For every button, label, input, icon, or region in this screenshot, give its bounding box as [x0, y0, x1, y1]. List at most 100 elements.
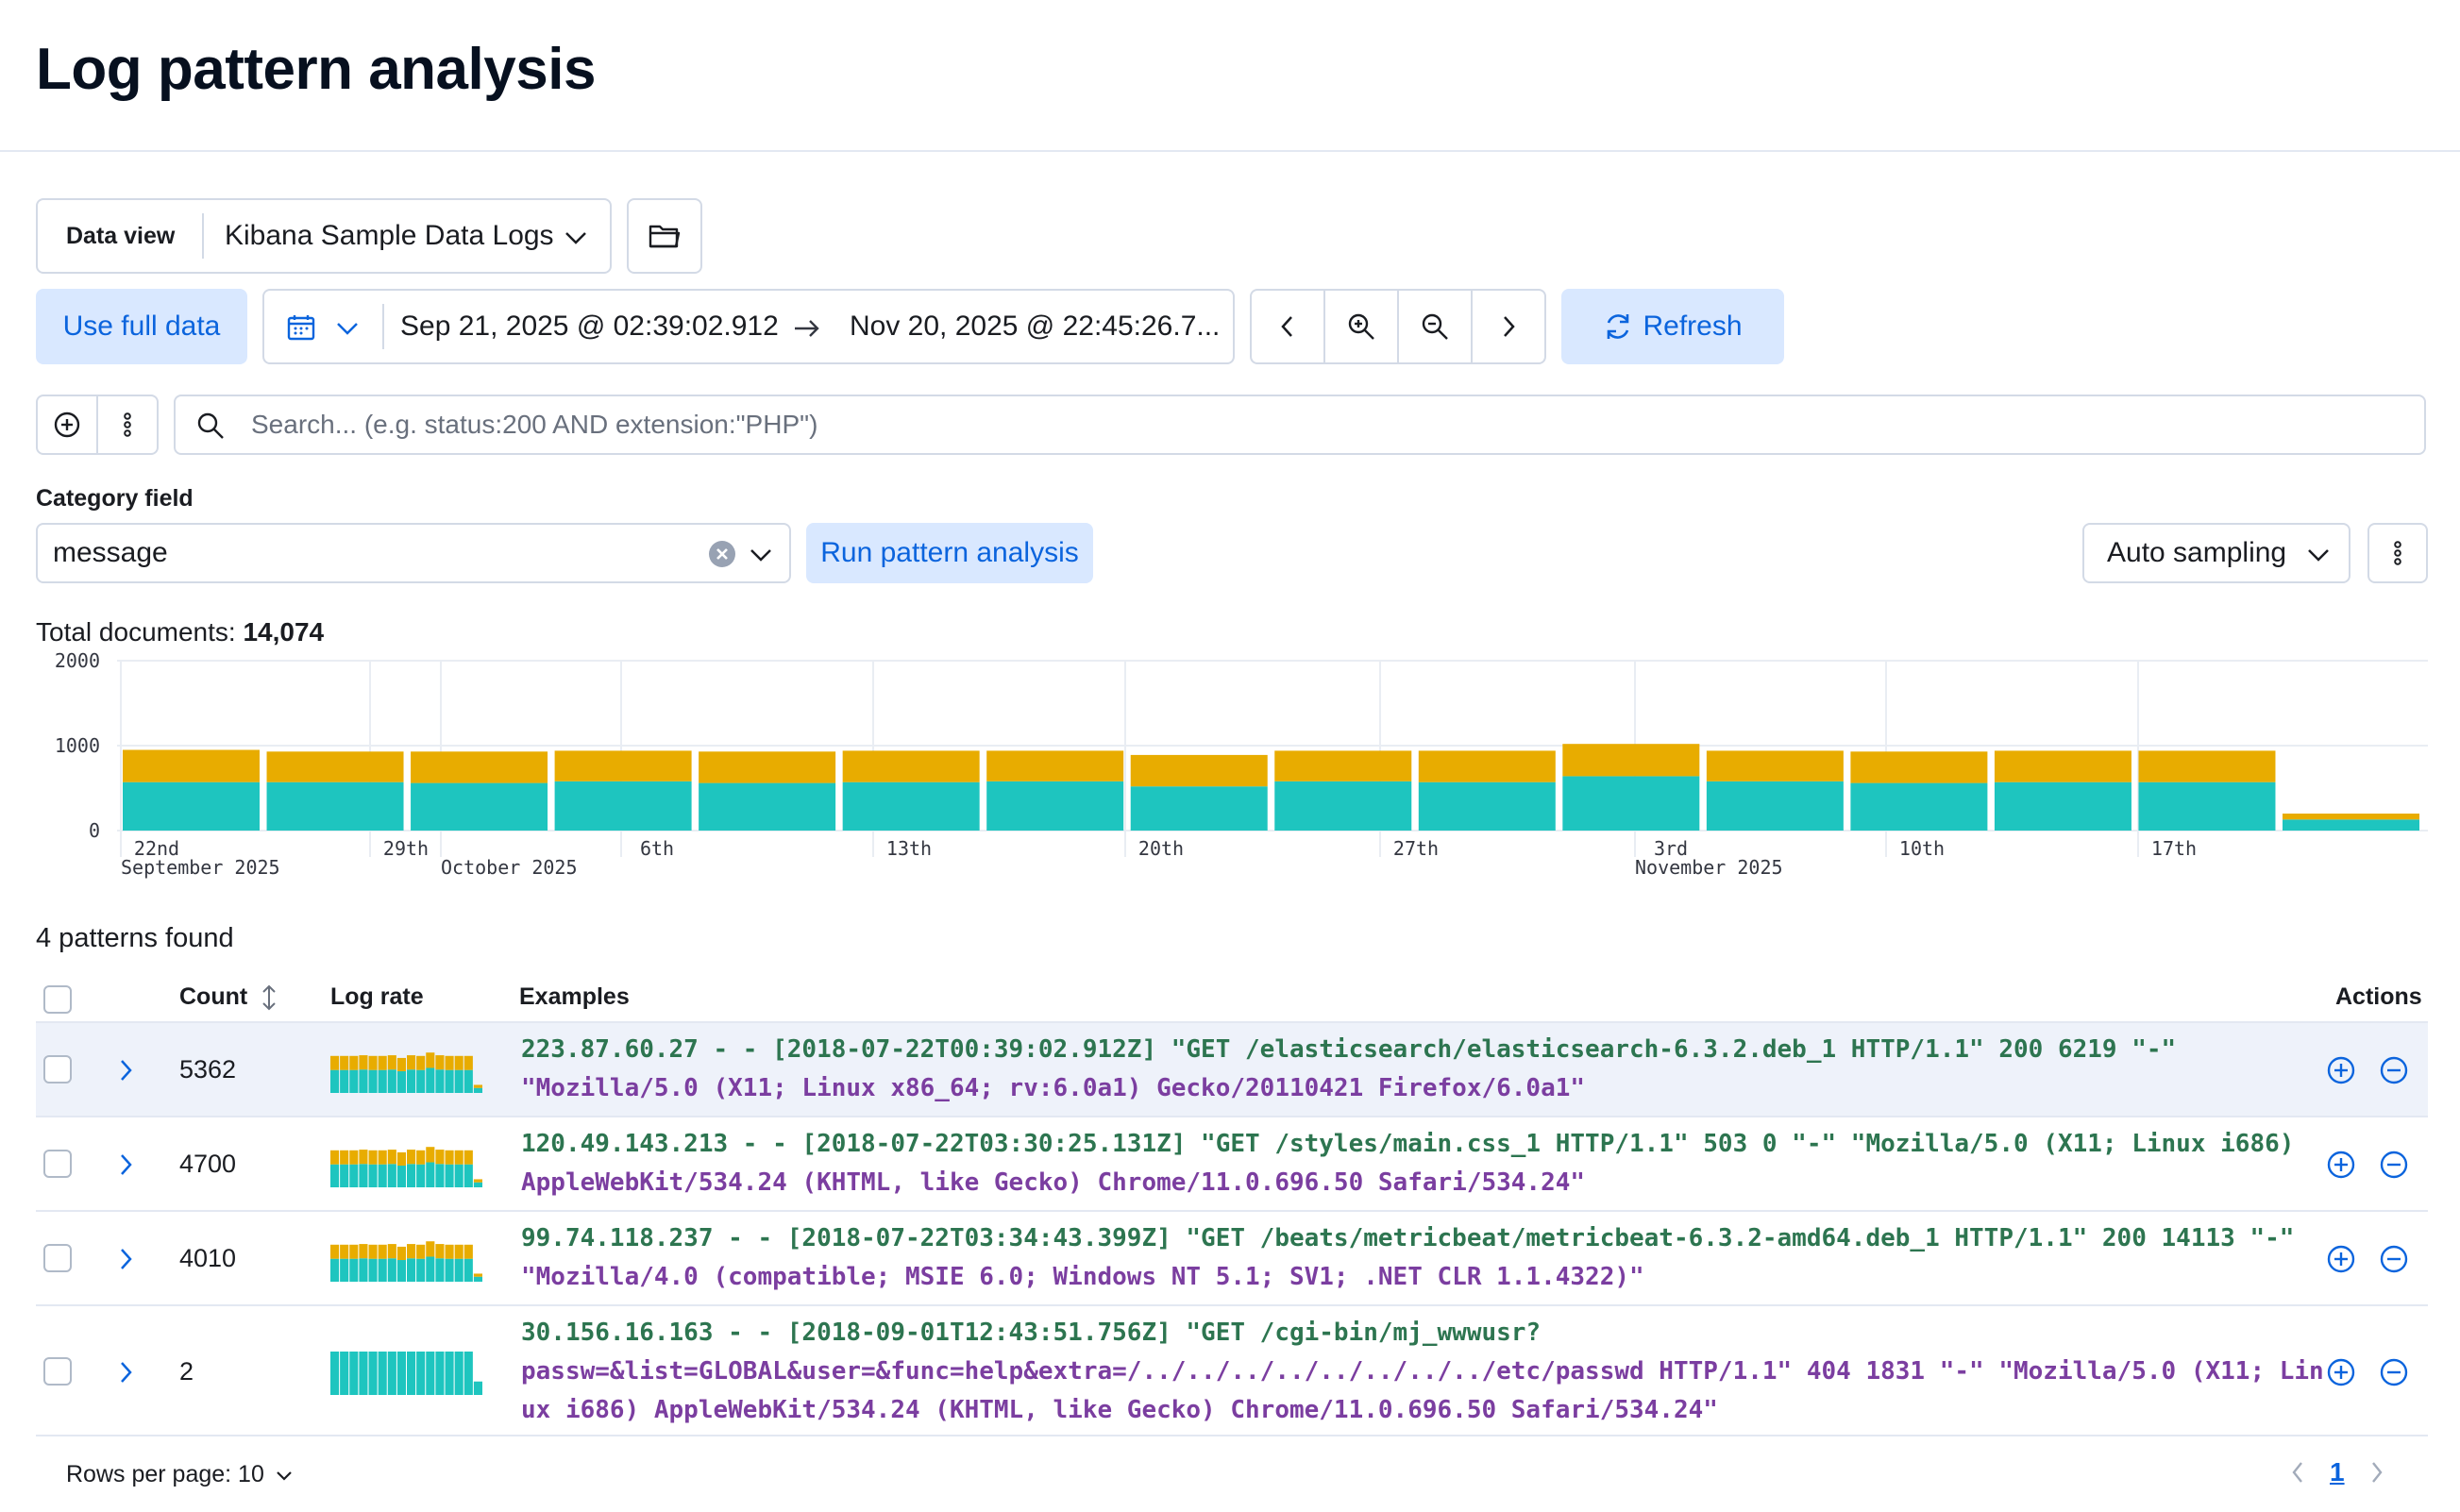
- sparkline-bar: [407, 1069, 416, 1093]
- chart-bar: [1418, 781, 1556, 831]
- chart-bar: [1706, 781, 1844, 831]
- sparkline-bar: [330, 1244, 340, 1259]
- sparkline-bar: [378, 1055, 387, 1070]
- sparkline-bar: [368, 1244, 378, 1259]
- clear-icon[interactable]: [708, 540, 736, 568]
- previous-time-button[interactable]: [1252, 291, 1325, 362]
- table-row[interactable]: 4700 120.49.143.213 - - [2018-07-22T03:3…: [36, 1116, 2428, 1210]
- chart-bar: [554, 781, 692, 831]
- sparkline-bar: [445, 1150, 454, 1165]
- count-header-label: Count: [179, 983, 248, 1010]
- filter-out-pattern-icon[interactable]: [2379, 1244, 2409, 1274]
- sparkline-bar: [463, 1069, 473, 1093]
- refresh-label: Refresh: [1643, 311, 1743, 342]
- row-checkbox[interactable]: [43, 1357, 72, 1386]
- table-row[interactable]: 4010 99.74.118.237 - - [2018-07-22T03:34…: [36, 1210, 2428, 1304]
- column-header-count[interactable]: Count: [179, 983, 278, 1012]
- sparkline-bar: [473, 1084, 482, 1088]
- pattern-example: 223.87.60.27 - - [2018-07-22T00:39:02.91…: [521, 1031, 2334, 1108]
- pattern-example: 30.156.16.163 - - [2018-09-01T12:43:51.7…: [521, 1314, 2334, 1430]
- category-field-select[interactable]: message: [36, 523, 791, 583]
- zoom-in-button[interactable]: [1325, 291, 1399, 362]
- filter-out-pattern-icon[interactable]: [2379, 1055, 2409, 1085]
- select-all-checkbox[interactable]: [43, 985, 72, 1014]
- sparkline-bar: [349, 1164, 359, 1187]
- chevron-down-icon[interactable]: [334, 315, 361, 342]
- next-time-button[interactable]: [1473, 291, 1544, 362]
- example-line: AppleWebKit/534.24 (KHTML, like Gecko) C…: [521, 1168, 1586, 1197]
- calendar-icon[interactable]: [287, 313, 315, 342]
- chart-bar: [1706, 750, 1844, 781]
- row-checkbox[interactable]: [43, 1150, 72, 1178]
- use-full-data-button[interactable]: Use full data: [36, 289, 247, 364]
- sparkline-bar: [454, 1055, 463, 1070]
- sparkline-bar: [435, 1244, 445, 1259]
- search-input[interactable]: Search... (e.g. status:200 AND extension…: [174, 395, 2426, 455]
- sparkline-bar: [387, 1244, 396, 1259]
- x-tick-sublabel: September 2025: [121, 856, 280, 879]
- date-picker[interactable]: Sep 21, 2025 @ 02:39:02.912 Nov 20, 2025…: [262, 289, 1235, 364]
- chevron-down-icon[interactable]: [748, 542, 774, 568]
- search-placeholder: Search... (e.g. status:200 AND extension…: [251, 410, 818, 439]
- data-view-value: Kibana Sample Data Logs: [225, 220, 554, 251]
- sparkline-bar: [340, 1258, 349, 1282]
- column-header-log-rate: Log rate: [330, 983, 424, 1010]
- filter-for-pattern-icon[interactable]: [2326, 1244, 2356, 1274]
- expand-row-icon[interactable]: [115, 1151, 136, 1178]
- data-view-selector[interactable]: Data view Kibana Sample Data Logs: [36, 198, 612, 274]
- sparkline-bar: [454, 1244, 463, 1259]
- open-data-view-button[interactable]: [627, 198, 702, 274]
- sparkline-bar: [473, 1381, 482, 1395]
- sparkline-bar: [473, 1182, 482, 1187]
- sort-icon[interactable]: [260, 983, 278, 1012]
- run-pattern-analysis-button[interactable]: Run pattern analysis: [806, 523, 1093, 583]
- sparkline-bar: [426, 1241, 435, 1257]
- example-line: "Mozilla/4.0 (compatible; MSIE 6.0; Wind…: [521, 1263, 1644, 1291]
- expand-row-icon[interactable]: [115, 1057, 136, 1084]
- expand-row-icon[interactable]: [115, 1359, 136, 1386]
- zoom-out-button[interactable]: [1399, 291, 1473, 362]
- sparkline-bar: [396, 1151, 406, 1167]
- filter-out-pattern-icon[interactable]: [2379, 1357, 2409, 1387]
- filter-for-pattern-icon[interactable]: [2326, 1055, 2356, 1085]
- row-checkbox[interactable]: [43, 1244, 72, 1272]
- pagination: 1: [2288, 1457, 2386, 1487]
- options-menu-button[interactable]: [2367, 523, 2428, 583]
- start-date[interactable]: Sep 21, 2025 @ 02:39:02.912: [400, 291, 779, 362]
- sparkline-bar: [416, 1055, 426, 1070]
- table-row[interactable]: 5362 223.87.60.27 - - [2018-07-22T00:39:…: [36, 1021, 2428, 1116]
- chart-bar: [1562, 776, 1700, 831]
- zoom-in-icon: [1346, 311, 1376, 342]
- sparkline-bar: [454, 1069, 463, 1093]
- filter-for-pattern-icon[interactable]: [2326, 1150, 2356, 1180]
- sparkline-bar: [426, 1256, 435, 1282]
- filter-out-pattern-icon[interactable]: [2379, 1150, 2409, 1180]
- refresh-button[interactable]: Refresh: [1561, 289, 1784, 364]
- chart-bar: [2138, 750, 2276, 782]
- sparkline-bar: [416, 1069, 426, 1093]
- chart-bar: [411, 782, 548, 831]
- sparkline-bar: [368, 1069, 378, 1093]
- chevron-left-icon[interactable]: [2288, 1458, 2307, 1487]
- sparkline-bar: [330, 1164, 340, 1187]
- expand-row-icon[interactable]: [115, 1246, 136, 1272]
- table-row[interactable]: 2 30.156.16.163 - - [2018-09-01T12:43:51…: [36, 1304, 2428, 1436]
- row-checkbox[interactable]: [43, 1055, 72, 1084]
- sparkline-bar: [387, 1164, 396, 1187]
- page-number[interactable]: 1: [2330, 1457, 2345, 1487]
- sparkline-bar: [426, 1162, 435, 1187]
- filter-for-pattern-icon[interactable]: [2326, 1357, 2356, 1387]
- chevron-right-icon[interactable]: [2367, 1458, 2386, 1487]
- sampling-select[interactable]: Auto sampling: [2082, 523, 2350, 583]
- filter-menu-button[interactable]: [98, 396, 157, 453]
- rows-per-page-select[interactable]: Rows per page: 10: [66, 1461, 295, 1488]
- end-date[interactable]: Nov 20, 2025 @ 22:45:26.7...: [850, 291, 1220, 362]
- search-icon: [196, 412, 225, 440]
- example-line: 120.49.143.213 - - [2018-07-22T03:30:25.…: [521, 1130, 2295, 1158]
- chart-bar: [699, 782, 836, 831]
- add-filter-button[interactable]: [38, 396, 98, 453]
- sparkline-bar: [378, 1164, 387, 1187]
- chart-bar: [986, 781, 1124, 831]
- sparkline-bar: [396, 1166, 406, 1187]
- sparkline-bar: [426, 1352, 435, 1395]
